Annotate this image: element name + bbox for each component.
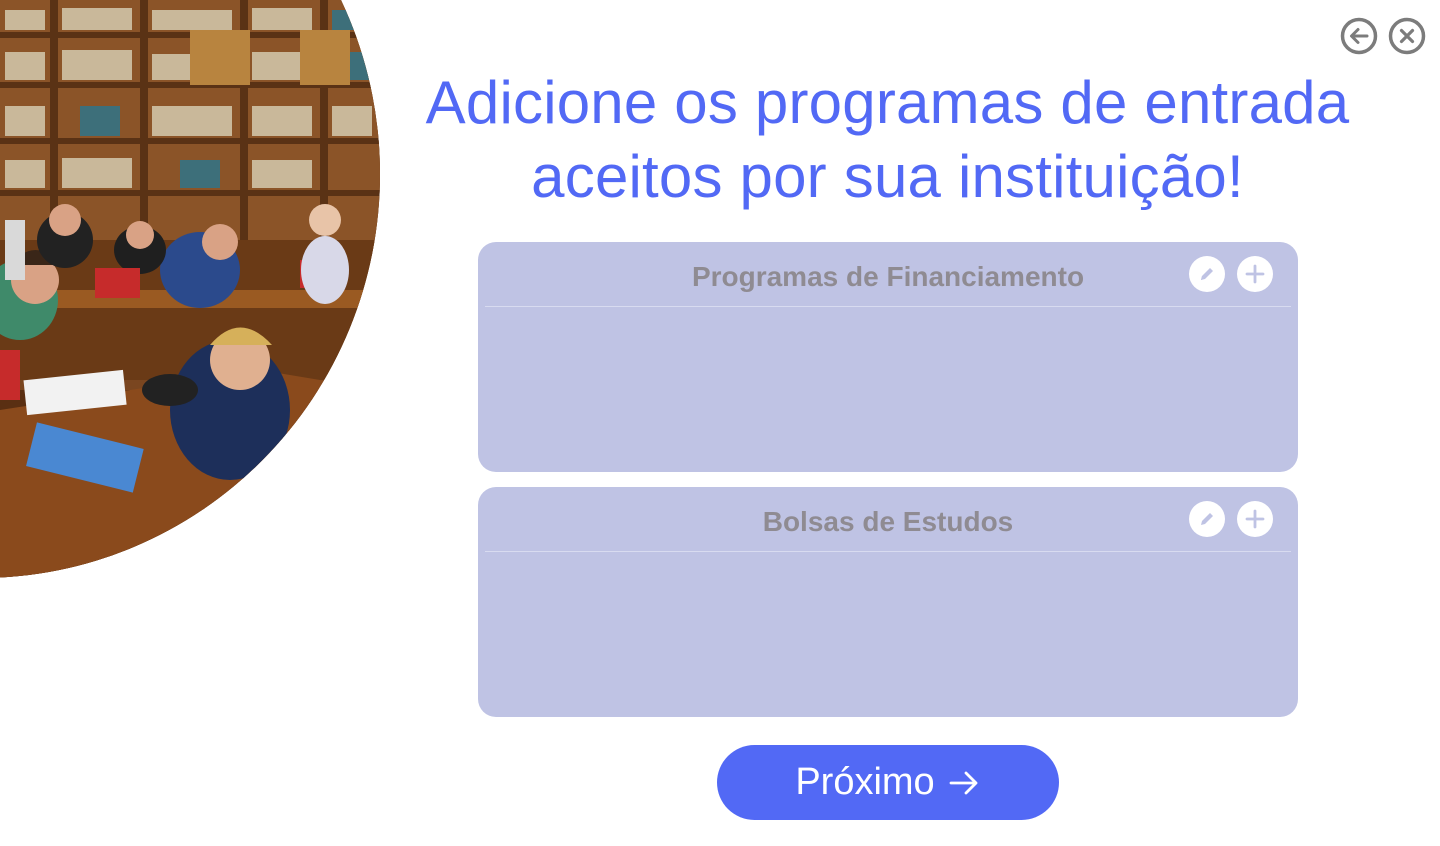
arrow-right-icon (949, 771, 978, 794)
panel-actions (1189, 256, 1273, 292)
library-photo (0, 0, 380, 578)
next-button-label: Próximo (795, 761, 935, 803)
panel-header: Programas de Financiamento (485, 242, 1291, 307)
page-title-line1: Adicione os programas de entrada (425, 69, 1350, 136)
edit-funding-programs-button[interactable] (1189, 256, 1225, 292)
pencil-icon (1201, 513, 1213, 525)
arrow-left-circle-icon (1340, 17, 1378, 55)
page-title: Adicione os programas de entrada aceitos… (380, 66, 1395, 214)
plus-icon (1245, 509, 1265, 529)
library-photo-illustration (0, 0, 380, 578)
close-circle-icon (1388, 17, 1426, 55)
plus-icon (1245, 264, 1265, 284)
funding-programs-panel: Programas de Financiamento (478, 242, 1298, 472)
add-programs-screen: Adicione os programas de entrada aceitos… (0, 0, 1440, 846)
panel-title: Programas de Financiamento (691, 261, 1085, 292)
add-scholarship-button[interactable] (1237, 501, 1273, 537)
scholarships-panel: Bolsas de Estudos (478, 487, 1298, 717)
back-button[interactable] (1340, 17, 1378, 55)
close-button[interactable] (1388, 17, 1426, 55)
funding-programs-list (478, 308, 1298, 472)
edit-scholarships-button[interactable] (1189, 501, 1225, 537)
page-title-line2: aceitos por sua instituição! (531, 143, 1244, 210)
pencil-icon (1201, 268, 1213, 280)
window-controls (1340, 17, 1426, 55)
add-funding-program-button[interactable] (1237, 256, 1273, 292)
scholarships-list (478, 553, 1298, 717)
next-button[interactable]: Próximo (717, 745, 1059, 820)
panel-header: Bolsas de Estudos (485, 487, 1291, 552)
panel-actions (1189, 501, 1273, 537)
panel-title: Bolsas de Estudos (762, 506, 1014, 537)
